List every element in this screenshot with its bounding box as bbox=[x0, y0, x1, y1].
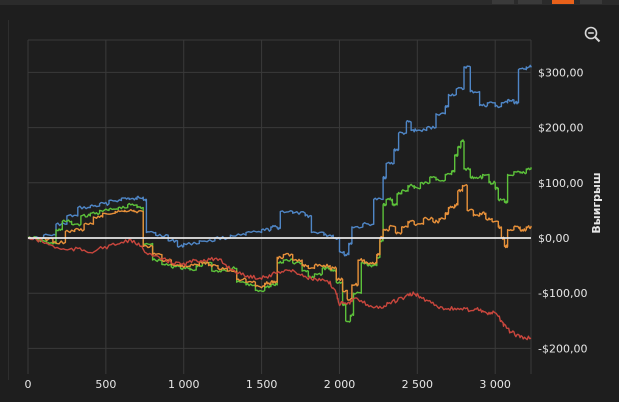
series-line-3 bbox=[27, 184, 532, 301]
x-tick-label: 1 500 bbox=[246, 378, 278, 391]
series-line-1 bbox=[27, 64, 532, 257]
x-tick-label: 2 000 bbox=[324, 378, 356, 391]
x-tick-label: 500 bbox=[95, 378, 116, 391]
x-tick-label: 2 500 bbox=[402, 378, 434, 391]
y-tick-label: $100,00 bbox=[538, 177, 584, 190]
x-tick-label: 3 000 bbox=[479, 378, 511, 391]
y-axis-label: Выигрыш bbox=[590, 172, 603, 233]
y-tick-label: $200,00 bbox=[538, 122, 584, 135]
chart-series-group bbox=[27, 64, 532, 341]
y-tick-label: -$200,00 bbox=[538, 342, 587, 355]
series-line-2 bbox=[27, 139, 532, 323]
profit-line-chart: 0 500 1 000 1 500 2 000 2 500 3 000 $300,00 $20… bbox=[25, 39, 603, 391]
y-axis-ticks: $300,00 $200,00 $100,00 $0,00 -$100,00 -$200,… bbox=[538, 66, 587, 355]
chart-grid bbox=[27, 39, 532, 374]
x-axis-ticks: 0 500 1 000 1 500 2 000 2 500 3 000 bbox=[25, 378, 511, 391]
y-tick-label: -$100,00 bbox=[538, 287, 587, 300]
x-tick-label: 1 000 bbox=[168, 378, 200, 391]
y-tick-label: $0,00 bbox=[538, 232, 570, 245]
series-line-4 bbox=[27, 236, 532, 341]
x-tick-label: 0 bbox=[25, 378, 32, 391]
y-tick-label: $300,00 bbox=[538, 66, 584, 79]
